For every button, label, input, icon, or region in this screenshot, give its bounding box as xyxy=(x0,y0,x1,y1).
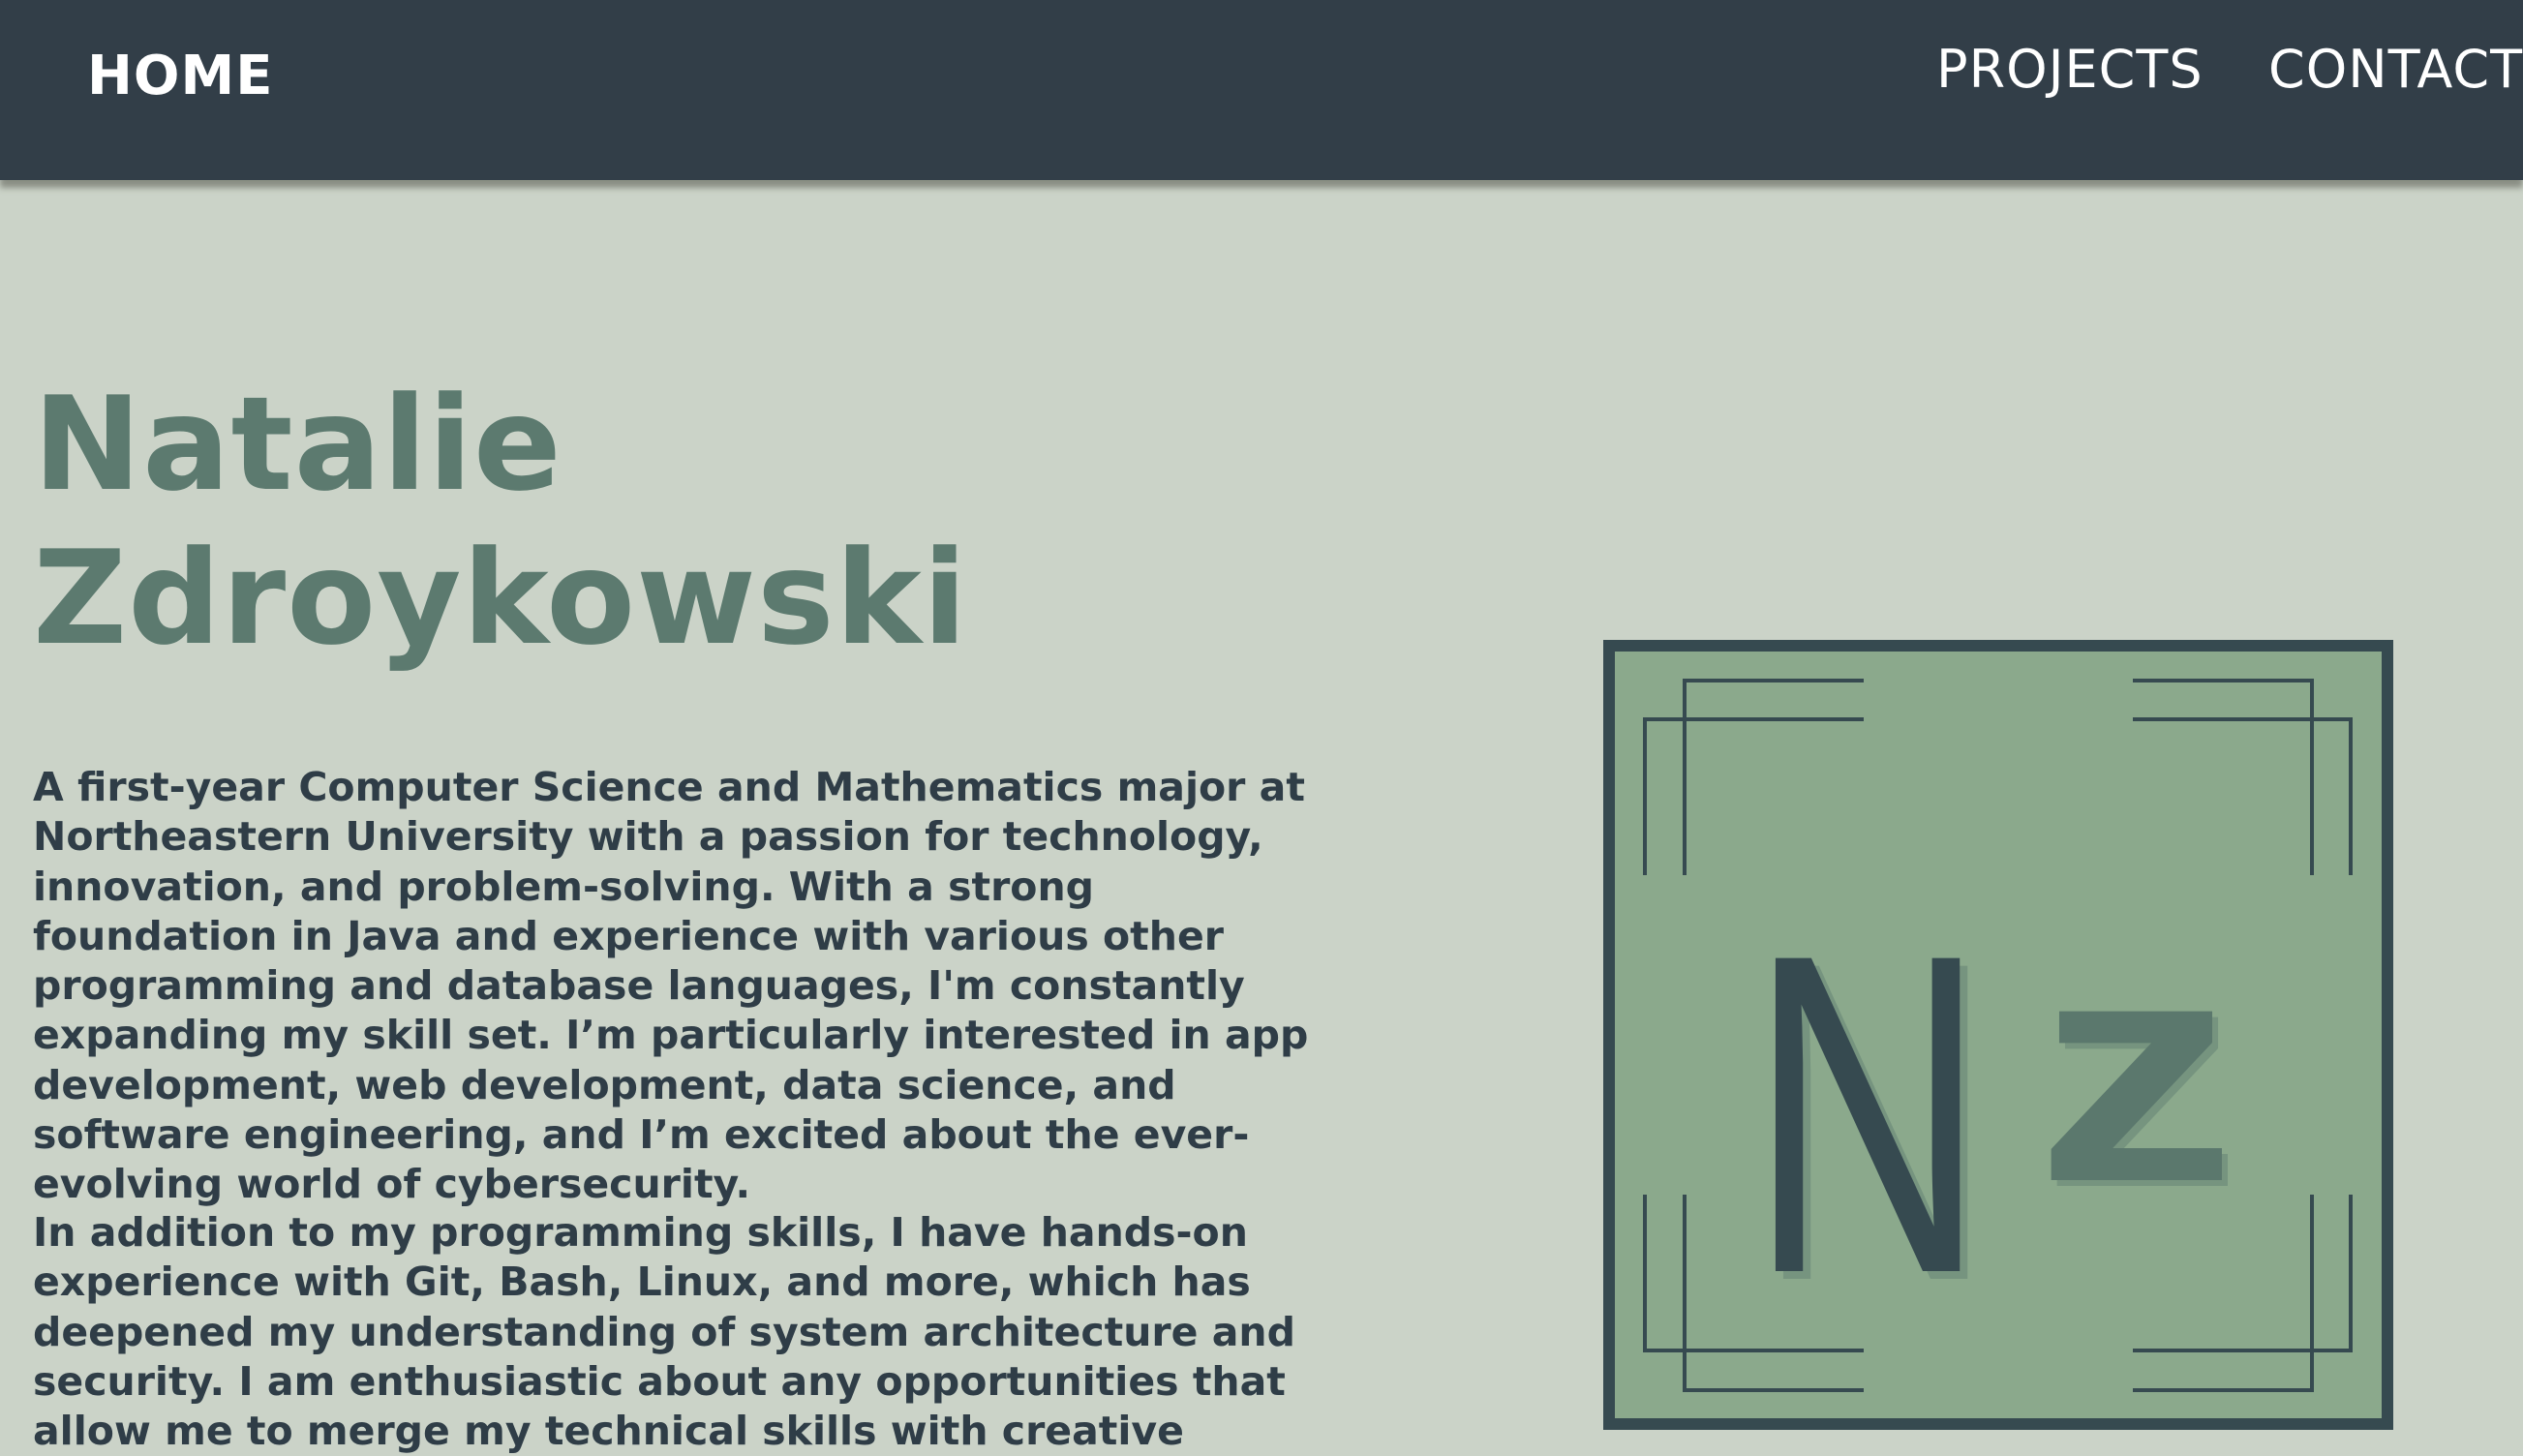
name-last: Zdroykowski xyxy=(33,523,968,674)
nav-home-link[interactable]: HOME xyxy=(87,45,273,107)
bio-paragraph-2: In addition to my programming skills, I … xyxy=(33,1209,1295,1455)
nav-contact-link[interactable]: CONTACT xyxy=(2268,39,2523,100)
nav-projects-link[interactable]: PROJECTS xyxy=(1936,39,2204,100)
nz-logo: N N z z xyxy=(1603,640,2393,1430)
page-title: Natalie Zdroykowski xyxy=(33,368,968,676)
bio-paragraph-1: A first-year Computer Science and Mathem… xyxy=(33,764,1309,1208)
logo-letter-n: N xyxy=(1748,860,1987,1368)
top-navigation-bar: HOME PROJECTS CONTACT xyxy=(0,0,2523,180)
name-first: Natalie xyxy=(33,369,562,520)
logo-letter-z: z xyxy=(2035,891,2236,1248)
